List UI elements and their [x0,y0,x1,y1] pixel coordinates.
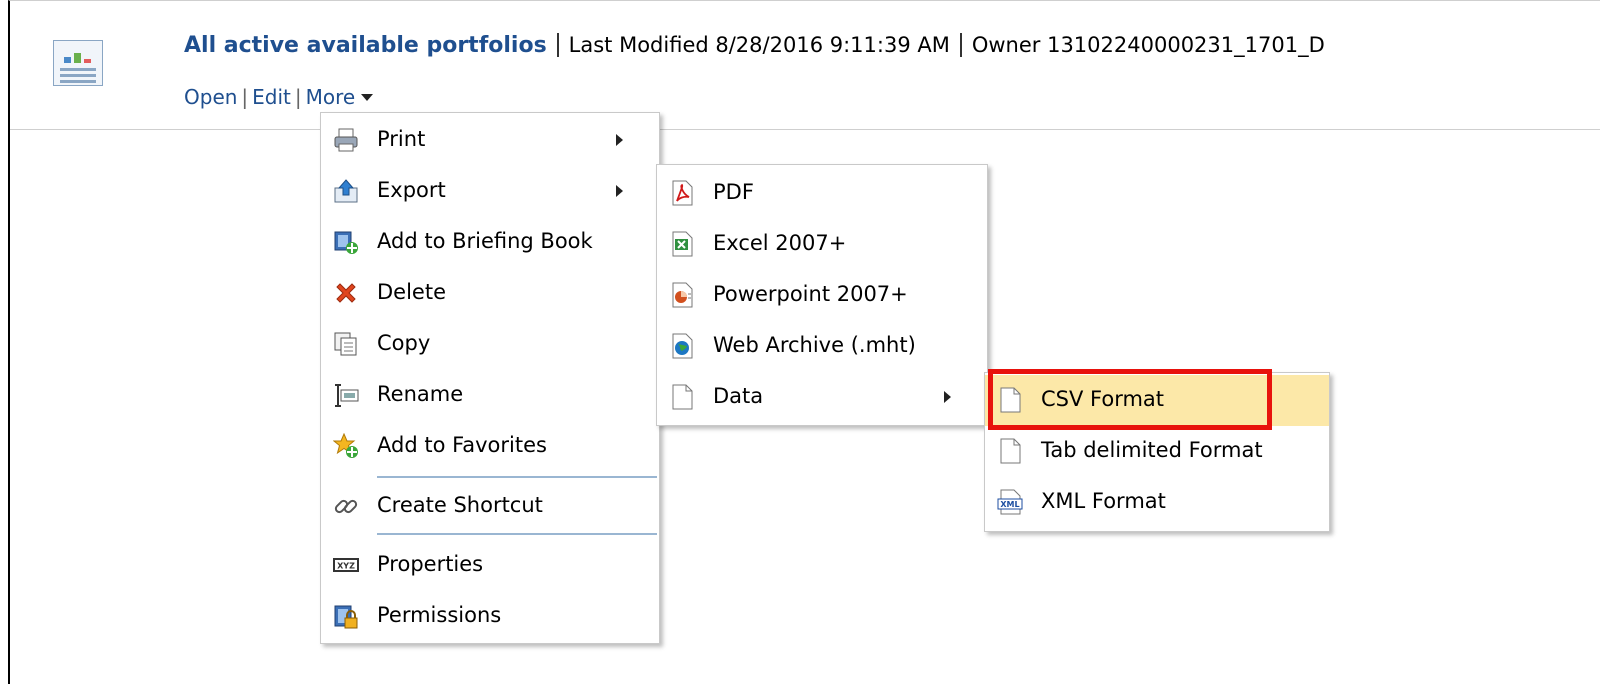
separator [959,33,962,57]
menu-item-delete[interactable]: Delete [321,268,659,319]
export-item-pdf[interactable]: PDF [657,168,987,219]
export-submenu: PDF Excel 2007+ Powerpoint 2007+ Web Arc… [656,164,988,426]
export-item-powerpoint[interactable]: Powerpoint 2007+ [657,270,987,321]
excel-icon [669,231,695,257]
highlight-annotation-box [988,369,1272,430]
favorites-icon [333,433,359,459]
open-link[interactable]: Open [184,85,237,109]
copy-icon [333,331,359,357]
rename-icon [333,382,359,408]
export-item-web-archive[interactable]: Web Archive (.mht) [657,321,987,372]
menu-item-copy[interactable]: Copy [321,319,659,370]
chevron-down-icon[interactable] [361,94,374,101]
properties-icon: XYZ [333,552,359,578]
menu-item-create-shortcut[interactable]: Create Shortcut [321,481,659,532]
web-archive-icon [669,333,695,359]
menu-item-export[interactable]: Export [321,166,659,217]
export-icon [333,178,359,204]
powerpoint-icon [669,282,695,308]
menu-item-add-to-briefing-book[interactable]: Add to Briefing Book [321,217,659,268]
menu-divider [377,533,657,535]
tab-file-icon [997,438,1023,464]
data-item-tab-delimited[interactable]: Tab delimited Format [985,426,1329,477]
delete-icon [333,280,359,306]
shortcut-icon [333,493,359,519]
pdf-icon [669,180,695,206]
menu-item-print[interactable]: Print [321,115,659,166]
report-icon [53,40,103,86]
permissions-icon [333,603,359,629]
data-file-icon [669,384,695,410]
menu-item-properties[interactable]: XYZ Properties [321,540,659,591]
chevron-right-icon [944,391,951,403]
menu-item-permissions[interactable]: Permissions [321,591,659,642]
edit-link[interactable]: Edit [252,85,291,109]
svg-text:XML: XML [1000,500,1019,509]
menu-divider [377,476,657,478]
separator [556,33,559,57]
briefing-book-icon [333,229,359,255]
chevron-right-icon [616,185,623,197]
menu-item-rename[interactable]: Rename [321,370,659,421]
catalog-item-header: All active available portfolios Last Modi… [10,1,1600,130]
report-title-link[interactable]: All active available portfolios [184,33,547,58]
chevron-right-icon [616,134,623,146]
last-modified-text: Last Modified 8/28/2016 9:11:39 AM [568,33,950,57]
more-link[interactable]: More [306,85,356,109]
title-row: All active available portfolios Last Modi… [184,33,1325,58]
export-item-excel[interactable]: Excel 2007+ [657,219,987,270]
menu-item-add-to-favorites[interactable]: Add to Favorites [321,421,659,472]
more-menu: Print Export Add to Briefing Book Delete… [320,112,660,644]
action-links: Open | Edit | More [184,85,374,109]
svg-text:XYZ: XYZ [337,562,355,571]
xml-file-icon: XML [997,489,1023,515]
owner-text: Owner 13102240000231_1701_D [971,33,1325,57]
printer-icon [333,127,359,153]
data-item-xml[interactable]: XML XML Format [985,477,1329,528]
export-item-data[interactable]: Data [657,372,987,423]
